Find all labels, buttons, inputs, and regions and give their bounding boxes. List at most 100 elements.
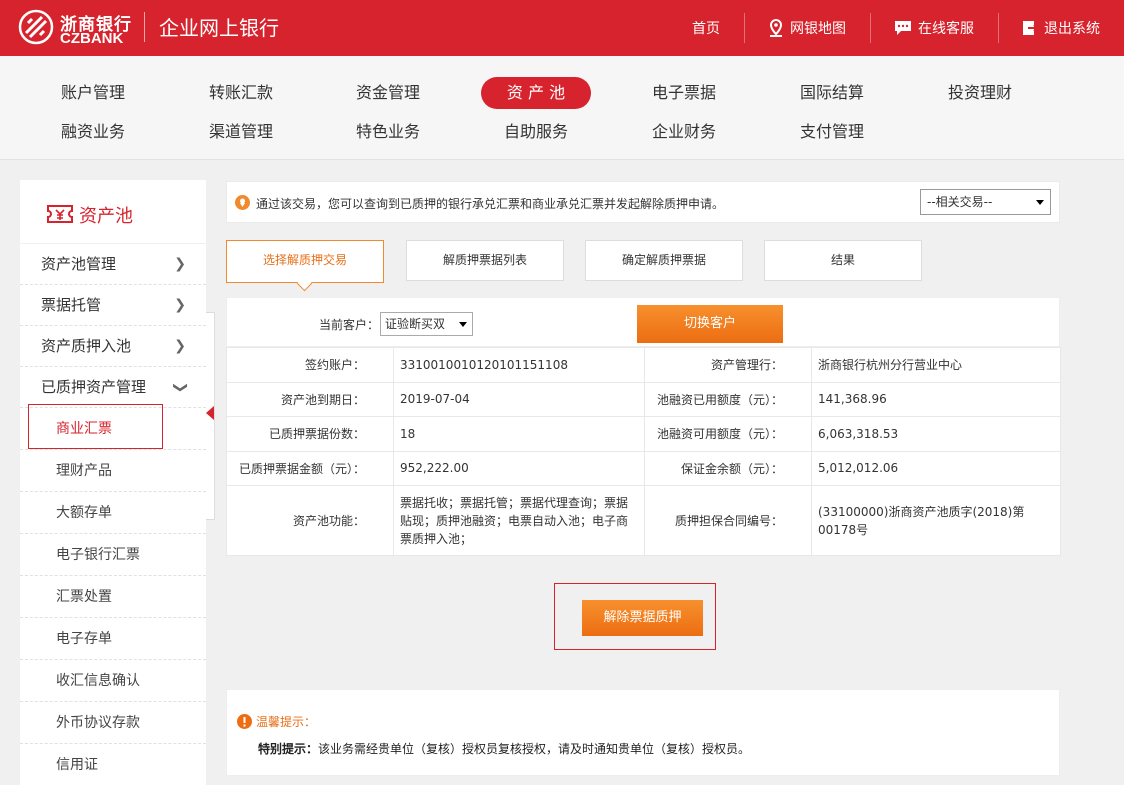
sidebar: 资产池 资产池管理 ❯ 票据托管 ❯ 资产质押入池 ❯ 已质押资产管理 ❯ 商业汇票 理… bbox=[20, 180, 206, 785]
chevron-right-icon: ❯ bbox=[174, 338, 186, 354]
sidebar-sub-letter-of-credit[interactable]: 信用证 bbox=[20, 744, 206, 785]
sidebar-item-label: 资产池管理 bbox=[41, 255, 117, 273]
main-nav: 账户管理 转账汇款 资金管理 资 产 池 电子票据 国际结算 投资理财 融资业务… bbox=[0, 56, 1124, 160]
sidebar-item-label: 已质押资产管理 bbox=[41, 378, 147, 396]
chevron-down-icon: ❯ bbox=[172, 381, 189, 394]
cell-label: 资产管理行： bbox=[644, 347, 812, 383]
contract-number-value: (33100000)浙商资产池质字(2018)第00178号 bbox=[811, 485, 1061, 556]
sidebar-header: 资产池 bbox=[20, 180, 206, 244]
customer-label: 当前客户： bbox=[319, 318, 380, 332]
bank-name-en: CZBANK bbox=[60, 30, 124, 47]
notice-bar: 通过该交易，您可以查询到已质押的银行承兑汇票和商业承兑汇票并发起解除质押申请。 … bbox=[226, 181, 1060, 223]
table-row: 已质押票据金额（元）： 952,222.00 保证金余额（元）： 5,012,0… bbox=[226, 450, 1061, 486]
tips-bold-label: 特别提示： bbox=[258, 742, 319, 756]
sidebar-sub-fx-deposit[interactable]: 外币协议存款 bbox=[20, 702, 206, 744]
step-confirm-release[interactable]: 确定解质押票据 bbox=[585, 240, 743, 281]
table-row: 签约账户： 3310010010120101151108 资产管理行： 浙商银行… bbox=[226, 347, 1061, 383]
nav-special[interactable]: 特色业务 bbox=[333, 116, 443, 148]
sidebar-sub-commercial-bill[interactable]: 商业汇票 bbox=[20, 408, 206, 450]
top-bar: 浙商银行 CZBANK 企业网上银行 首页 网银地图 在线客服 退出系统 bbox=[0, 0, 1124, 56]
tips-text: 特别提示：该业务需经贵单位（复核）授权员复核授权，请及时通知贵单位（复核）授权员… bbox=[258, 740, 750, 757]
signed-account-value: 3310010010120101151108 bbox=[393, 347, 645, 383]
release-pledge-button[interactable]: 解除票据质押 bbox=[582, 600, 703, 636]
chevron-right-icon: ❯ bbox=[174, 256, 186, 272]
cell-label: 已质押票据份数： bbox=[226, 416, 394, 452]
cell-label: 池融资可用额度（元）： bbox=[644, 416, 812, 452]
pool-expiry-value: 2019-07-04 bbox=[393, 381, 645, 417]
czbank-logo-icon bbox=[18, 9, 54, 45]
sidebar-sub-e-bank-draft[interactable]: 电子银行汇票 bbox=[20, 534, 206, 576]
table-row: 资产池到期日： 2019-07-04 池融资已用额度（元）： 141,368.9… bbox=[226, 381, 1061, 417]
cell-label: 池融资已用额度（元）： bbox=[644, 381, 812, 417]
nav-corp-finance[interactable]: 企业财务 bbox=[629, 116, 739, 148]
topnav-logout[interactable]: 退出系统 bbox=[998, 0, 1124, 56]
nav-payment[interactable]: 支付管理 bbox=[777, 116, 887, 148]
step-release-list[interactable]: 解质押票据列表 bbox=[406, 240, 564, 281]
chevron-right-icon: ❯ bbox=[174, 297, 186, 313]
sidebar-sub-wealth-product[interactable]: 理财产品 bbox=[20, 450, 206, 492]
sidebar-sub-remittance-confirm[interactable]: 收汇信息确认 bbox=[20, 660, 206, 702]
sidebar-item-pledged-management[interactable]: 已质押资产管理 ❯ bbox=[20, 367, 206, 408]
sidebar-item-bill-custody[interactable]: 票据托管 ❯ bbox=[20, 285, 206, 326]
nav-self-service[interactable]: 自助服务 bbox=[481, 116, 591, 148]
sidebar-item-pool-management[interactable]: 资产池管理 ❯ bbox=[20, 244, 206, 285]
logo-divider bbox=[144, 12, 145, 42]
cell-label: 资产池到期日： bbox=[226, 381, 394, 417]
cell-label: 签约账户： bbox=[226, 347, 394, 383]
sidebar-sub-large-deposit[interactable]: 大额存单 bbox=[20, 492, 206, 534]
cell-label: 已质押票据金额（元）： bbox=[226, 450, 394, 486]
topnav-home[interactable]: 首页 bbox=[668, 0, 744, 56]
pool-functions-value: 票据托收；票据托管；票据代理查询；票据贴现；质押池融资；电票自动入池；电子商票质… bbox=[393, 485, 645, 556]
sidebar-item-label: 票据托管 bbox=[41, 296, 102, 314]
asset-pool-info-table: 签约账户： 3310010010120101151108 资产管理行： 浙商银行… bbox=[226, 347, 1061, 556]
cell-label: 保证金余额（元）： bbox=[644, 450, 812, 486]
nav-channel[interactable]: 渠道管理 bbox=[186, 116, 296, 148]
step-select-release[interactable]: 选择解质押交易 bbox=[226, 240, 384, 283]
step-result[interactable]: 结果 bbox=[764, 240, 922, 281]
topnav-map-label: 网银地图 bbox=[790, 21, 846, 37]
chat-icon bbox=[895, 21, 911, 35]
sidebar-title: 资产池 bbox=[79, 206, 133, 227]
nav-account[interactable]: 账户管理 bbox=[38, 77, 148, 109]
pledged-amount-value: 952,222.00 bbox=[393, 450, 645, 486]
sidebar-item-pledge-in[interactable]: 资产质押入池 ❯ bbox=[20, 326, 206, 367]
nav-financing[interactable]: 融资业务 bbox=[38, 116, 148, 148]
nav-transfer[interactable]: 转账汇款 bbox=[186, 77, 296, 109]
topnav-service-label: 在线客服 bbox=[918, 21, 974, 37]
tips-body: 该业务需经贵单位（复核）授权员复核授权，请及时通知贵单位（复核）授权员。 bbox=[318, 742, 751, 756]
nav-funds[interactable]: 资金管理 bbox=[333, 77, 443, 109]
location-pin-icon bbox=[235, 195, 250, 210]
app-title: 企业网上银行 bbox=[159, 16, 279, 40]
top-nav: 首页 网银地图 在线客服 退出系统 bbox=[668, 0, 1124, 56]
notice-text: 通过该交易，您可以查询到已质押的银行承兑汇票和商业承兑汇票并发起解除质押申请。 bbox=[256, 197, 725, 211]
tips-title: 温馨提示： bbox=[256, 715, 317, 729]
topnav-map[interactable]: 网银地图 bbox=[744, 0, 870, 56]
cell-label: 质押担保合同编号： bbox=[644, 485, 812, 556]
customer-select[interactable]: 证验断买双 bbox=[380, 312, 473, 336]
pledged-count-value: 18 bbox=[393, 416, 645, 452]
tips-panel: 温馨提示： 特别提示：该业务需经贵单位（复核）授权员复核授权，请及时通知贵单位（… bbox=[226, 689, 1060, 776]
ticket-icon bbox=[47, 205, 73, 223]
sidebar-item-label: 资产质押入池 bbox=[41, 337, 132, 355]
nav-e-bills[interactable]: 电子票据 bbox=[629, 77, 739, 109]
customer-row: 当前客户： 证验断买双 切换客户 bbox=[226, 297, 1060, 347]
topnav-service[interactable]: 在线客服 bbox=[870, 0, 998, 56]
nav-asset-pool[interactable]: 资 产 池 bbox=[481, 77, 591, 109]
bank-logo[interactable]: 浙商银行 CZBANK bbox=[18, 8, 138, 48]
warning-icon bbox=[237, 714, 252, 729]
sidebar-sub-e-deposit[interactable]: 电子存单 bbox=[20, 618, 206, 660]
collapse-arrow-icon[interactable] bbox=[206, 406, 214, 420]
table-row: 资产池功能： 票据托收；票据托管；票据代理查询；票据贴现；质押池融资；电票自动入… bbox=[226, 485, 1061, 556]
cell-label: 资产池功能： bbox=[226, 485, 394, 556]
used-credit-value: 141,368.96 bbox=[811, 381, 1061, 417]
margin-balance-value: 5,012,012.06 bbox=[811, 450, 1061, 486]
switch-customer-button[interactable]: 切换客户 bbox=[637, 305, 783, 343]
nav-intl-settlement[interactable]: 国际结算 bbox=[777, 77, 887, 109]
location-icon bbox=[769, 19, 783, 37]
managing-branch-value: 浙商银行杭州分行营业中心 bbox=[811, 347, 1061, 383]
nav-investment[interactable]: 投资理财 bbox=[925, 77, 1035, 109]
related-transactions-select[interactable]: --相关交易-- bbox=[920, 189, 1051, 215]
logout-icon bbox=[1023, 21, 1038, 35]
available-credit-value: 6,063,318.53 bbox=[811, 416, 1061, 452]
sidebar-sub-draft-disposal[interactable]: 汇票处置 bbox=[20, 576, 206, 618]
